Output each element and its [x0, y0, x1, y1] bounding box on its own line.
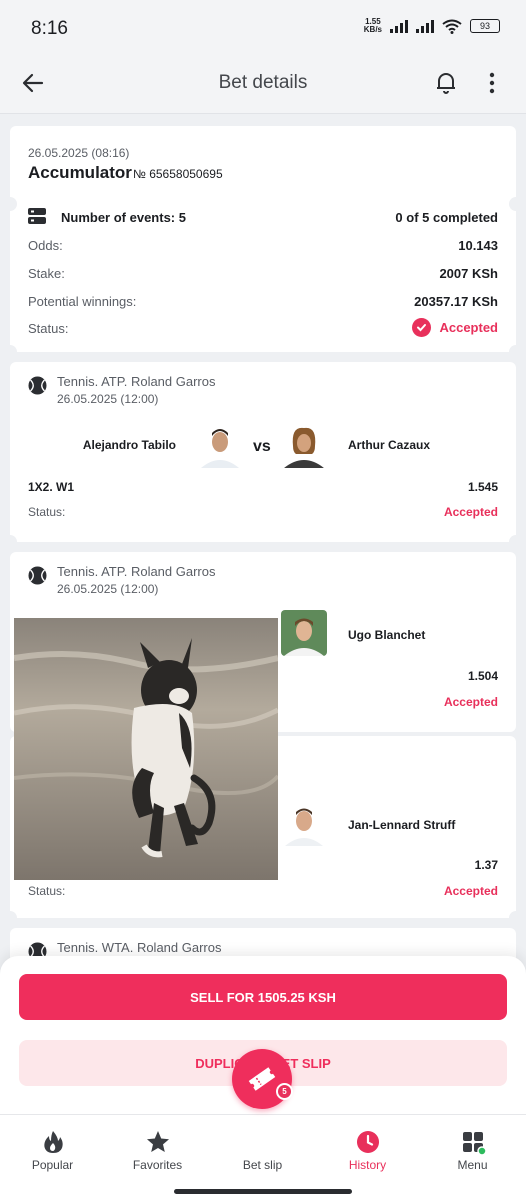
tab-favorites[interactable]: Favorites — [105, 1115, 210, 1200]
battery-icon: 93 — [470, 19, 500, 33]
grid-icon — [463, 1132, 486, 1155]
stake-row: Stake: 2007 KSh — [28, 266, 498, 281]
stake-label: Stake: — [28, 266, 65, 281]
status-row: Status: Accepted — [28, 318, 498, 337]
status-icons: 1.55 KB/s 93 — [364, 18, 500, 34]
player1-name: Alejandro Tabilo — [82, 438, 176, 452]
event-status-label: Status: — [28, 505, 66, 519]
event-odd: 1.504 — [467, 669, 498, 683]
event-date: 26.05.2025 (12:00) — [57, 582, 159, 596]
app-header: Bet details — [0, 52, 526, 114]
sell-button[interactable]: SELL FOR 1505.25 KSH — [19, 974, 507, 1020]
stake-value: 2007 KSh — [439, 266, 498, 281]
tennis-ball-icon — [28, 566, 47, 585]
player2-avatar — [281, 610, 327, 656]
tab-label: Favorites — [132, 1158, 183, 1172]
event-status: Accepted — [443, 695, 498, 709]
bottom-sheet: SELL FOR 1505.25 KSH DUPLICATE BET SLIP … — [0, 956, 526, 1200]
events-list-icon — [28, 208, 46, 224]
odds-value: 10.143 — [458, 238, 498, 253]
network-speed: 1.55 KB/s — [363, 17, 382, 34]
player2-name: Jan-Lennard Struff — [348, 818, 456, 832]
event-status: Accepted — [443, 884, 498, 898]
bottom-nav: Popular Favorites 5 Bet slip History Men… — [0, 1049, 526, 1200]
bet-info-card: Number of events: 5 0 of 5 completed Odd… — [3, 197, 523, 359]
player1-avatar — [197, 422, 243, 468]
status-badge: Accepted — [412, 318, 498, 337]
bet-number: № 65658050695 — [133, 167, 223, 181]
signal-icon — [390, 19, 408, 33]
events-value: 0 of 5 completed — [395, 210, 498, 225]
event-league: Tennis. ATP. Roland Garros — [57, 374, 216, 389]
potential-label: Potential winnings: — [28, 294, 137, 309]
tab-popular[interactable]: Popular — [0, 1115, 105, 1200]
bet-slip-count-badge: 5 — [276, 1083, 293, 1100]
potential-value: 20357.17 KSh — [414, 294, 498, 309]
player2-avatar — [281, 422, 327, 468]
tab-label: Popular — [31, 1158, 74, 1172]
clock: 8:16 — [31, 18, 68, 39]
tab-label: Bet slip — [242, 1158, 283, 1172]
status-label: Status: — [28, 321, 69, 336]
events-label: Number of events: 5 — [61, 210, 186, 225]
event-league: Tennis. WTA. Roland Garros — [57, 940, 222, 955]
event-odd: 1.37 — [474, 858, 498, 872]
status-bar: 8:16 1.55 KB/s 93 — [0, 0, 526, 52]
wifi-icon — [442, 19, 462, 34]
status-value: Accepted — [439, 320, 498, 335]
bet-type: Accumulator — [28, 163, 132, 182]
clock-icon — [357, 1131, 379, 1153]
tennis-ball-icon — [28, 376, 47, 395]
event-status: Accepted — [443, 505, 498, 519]
bet-date: 26.05.2025 (08:16) — [28, 146, 130, 160]
vs-label: vs — [253, 438, 271, 455]
signal-icon — [416, 19, 434, 33]
odds-row: Odds: 10.143 — [28, 238, 498, 253]
events-row: Number of events: 5 0 of 5 completed — [28, 208, 498, 225]
player2-avatar — [281, 800, 327, 846]
player2-name: Arthur Cazaux — [348, 438, 431, 452]
event-league: Tennis. ATP. Roland Garros — [57, 564, 216, 579]
fire-icon — [44, 1131, 63, 1153]
bell-icon[interactable] — [433, 69, 459, 95]
cat-sticker-image — [14, 618, 278, 880]
event-date: 26.05.2025 (12:00) — [57, 392, 159, 406]
more-vertical-icon[interactable] — [482, 70, 502, 96]
event-card[interactable]: Tennis. ATP. Roland Garros 26.05.2025 (1… — [3, 362, 523, 549]
odds-label: Odds: — [28, 238, 63, 253]
tab-bet-slip[interactable]: 5 Bet slip — [210, 1049, 315, 1200]
event-odd: 1.545 — [467, 480, 498, 494]
potential-row: Potential winnings: 20357.17 KSh — [28, 294, 498, 309]
check-icon — [412, 318, 432, 337]
tab-menu[interactable]: Menu — [420, 1115, 525, 1200]
gesture-bar — [174, 1189, 352, 1194]
tab-label: History — [348, 1158, 387, 1172]
tab-label: Menu — [457, 1158, 488, 1172]
player2-name: Ugo Blanchet — [348, 628, 426, 642]
bet-slip-fab[interactable] — [232, 1049, 292, 1109]
bet-summary-card: 26.05.2025 (08:16) Accumulator № 6565805… — [10, 126, 516, 204]
tab-history[interactable]: History — [315, 1115, 420, 1200]
event-status-label: Status: — [28, 884, 66, 898]
star-icon — [147, 1131, 169, 1152]
ticket-icon — [248, 1067, 276, 1091]
event-market: 1X2. W1 — [28, 480, 75, 494]
